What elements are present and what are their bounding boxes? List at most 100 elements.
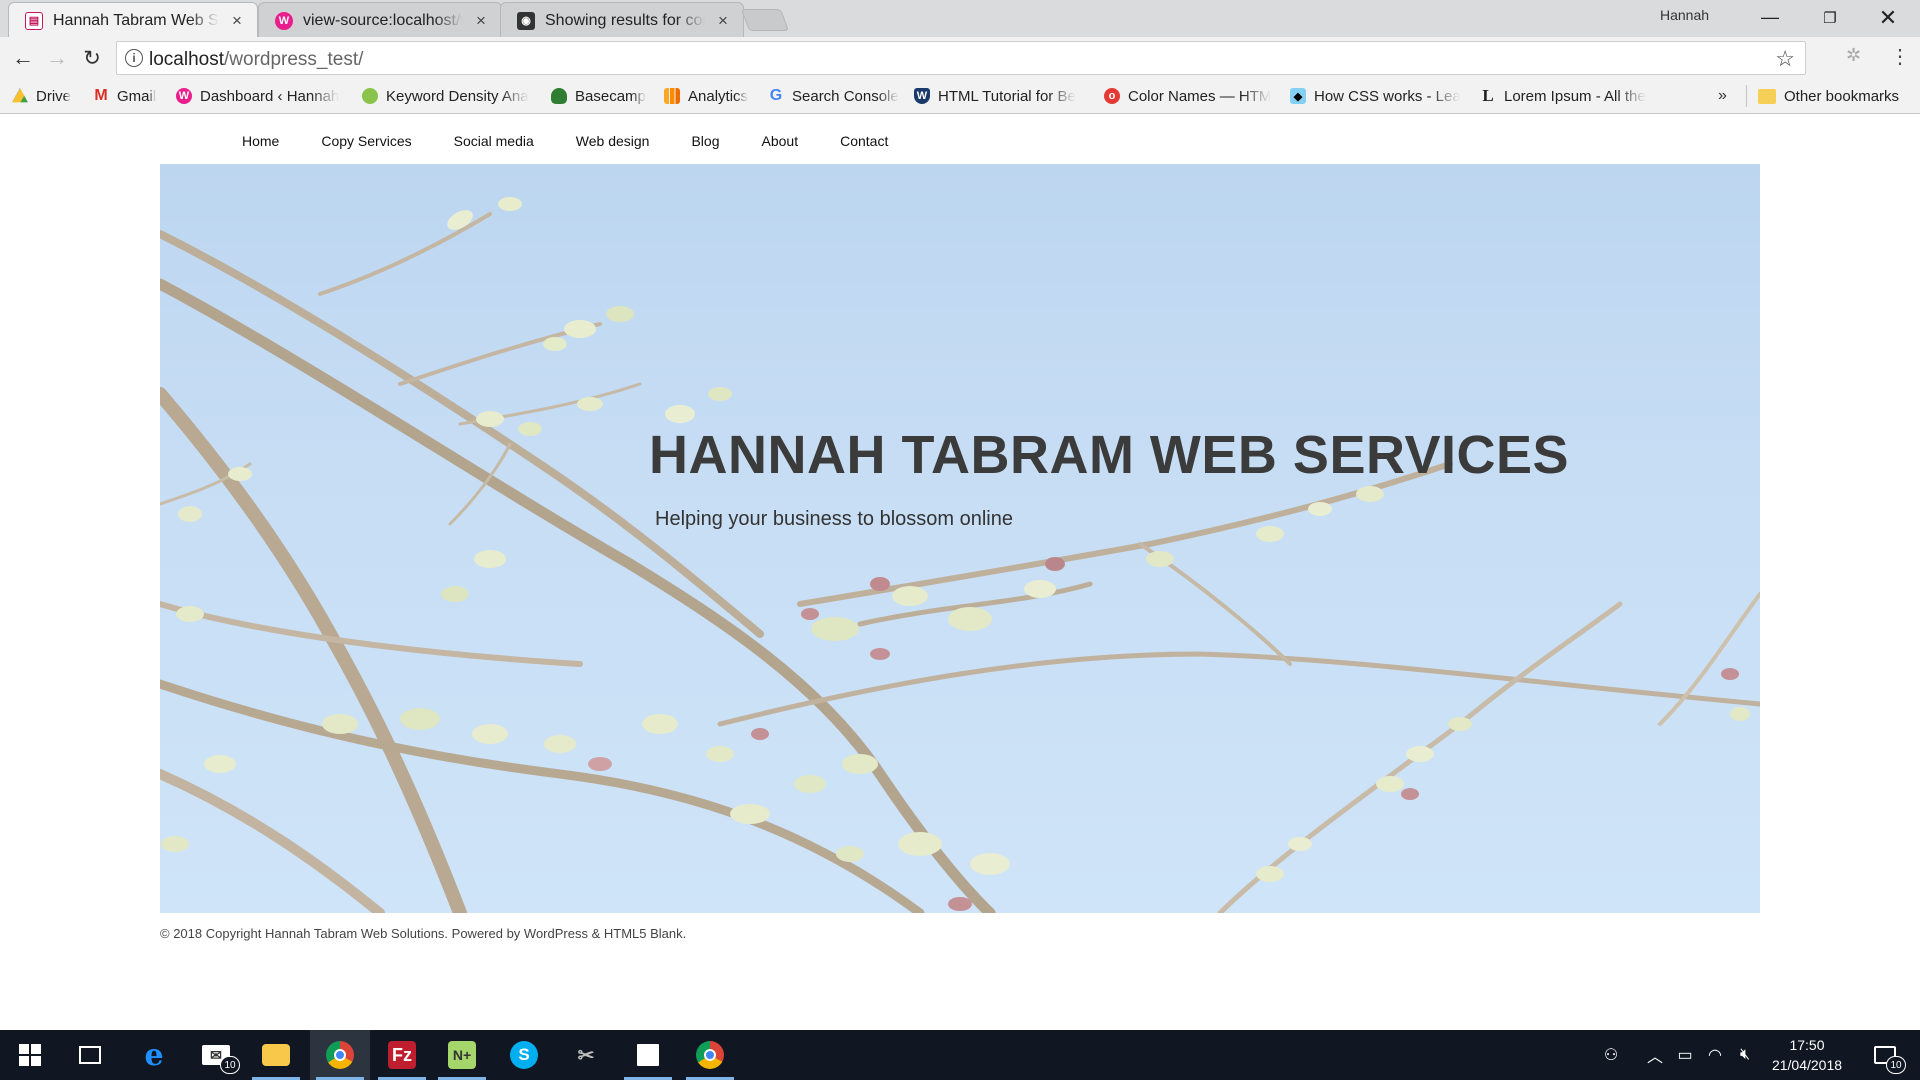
bookmark-search-console[interactable]: G Search Console bbox=[768, 85, 900, 107]
menu-dots-icon[interactable]: ⋮ bbox=[1890, 44, 1910, 69]
action-center-icon[interactable]: 10 bbox=[1860, 1030, 1910, 1080]
hero-title: HANNAH TABRAM WEB SERVICES bbox=[649, 425, 1570, 485]
sticky-notes-icon[interactable] bbox=[618, 1030, 678, 1080]
wordpress-dashboard-icon: W bbox=[176, 88, 192, 104]
wifi-icon[interactable]: ◠ bbox=[1700, 1030, 1730, 1080]
clock-date: 21/04/2018 bbox=[1771, 1057, 1843, 1073]
extension-icon[interactable]: ✲ bbox=[1846, 45, 1866, 65]
analytics-icon bbox=[664, 88, 680, 104]
address-url[interactable]: localhost/wordpress_test/ bbox=[149, 49, 363, 71]
url-path: /wordpress_test/ bbox=[224, 49, 364, 70]
bookmark-drive[interactable]: Drive bbox=[12, 85, 82, 107]
folder-icon bbox=[1758, 88, 1776, 104]
nav-social-media[interactable]: Social media bbox=[440, 133, 552, 149]
bookmark-label: Dashboard ‹ Hannah bbox=[200, 87, 340, 105]
url-host: localhost bbox=[149, 49, 224, 70]
bookmark-star-icon[interactable]: ☆ bbox=[1775, 46, 1795, 72]
mail-badge: 10 bbox=[220, 1056, 240, 1074]
profile-name[interactable]: Hannah bbox=[1660, 7, 1709, 23]
bookmark-lorem-ipsum[interactable]: L Lorem Ipsum - All the bbox=[1480, 85, 1652, 107]
mail-icon[interactable]: ✉ 10 bbox=[186, 1030, 246, 1080]
info-icon[interactable]: i bbox=[125, 49, 143, 67]
nav-contact[interactable]: Contact bbox=[826, 133, 906, 149]
bookmark-label: Gmail bbox=[117, 87, 157, 105]
lorem-icon: L bbox=[1482, 86, 1494, 105]
wordpress-page-icon: ▤ bbox=[25, 11, 43, 30]
close-window-icon[interactable]: ✕ bbox=[1858, 0, 1918, 35]
battery-icon[interactable]: ▭ bbox=[1670, 1030, 1700, 1080]
back-arrow-icon[interactable]: ← bbox=[8, 43, 38, 73]
site-footer: © 2018 Copyright Hannah Tabram Web Solut… bbox=[160, 926, 687, 941]
bookmark-label: Keyword Density Ana bbox=[386, 87, 529, 105]
volume-muted-icon[interactable]: 🔇︎ bbox=[1730, 1030, 1760, 1080]
close-tab-icon[interactable]: × bbox=[473, 12, 489, 29]
bookmark-label: Basecamp bbox=[575, 87, 646, 105]
close-tab-icon[interactable]: × bbox=[229, 12, 245, 29]
address-bar[interactable]: i localhost/wordpress_test/ ☆ bbox=[116, 41, 1806, 75]
clock-time: 17:50 bbox=[1789, 1037, 1825, 1053]
reload-icon[interactable]: ↻ bbox=[77, 43, 107, 73]
tab-view-source[interactable]: W view-source:localhost/wo × bbox=[258, 2, 502, 37]
chrome-icon[interactable] bbox=[310, 1030, 370, 1080]
blossom-branches-image bbox=[160, 197, 1760, 913]
tab-title: Hannah Tabram Web Sol bbox=[53, 11, 219, 29]
shield-icon: W bbox=[914, 88, 930, 104]
snipping-icon[interactable]: ✂ bbox=[556, 1030, 616, 1080]
restore-icon[interactable]: ❐ bbox=[1800, 0, 1860, 35]
file-explorer-icon[interactable] bbox=[246, 1030, 306, 1080]
bookmark-color-names[interactable]: o Color Names — HTM bbox=[1104, 85, 1274, 107]
tab-search-results[interactable]: ◉ Showing results for conte × bbox=[500, 2, 744, 37]
people-icon[interactable]: ⚇ bbox=[1596, 1030, 1626, 1080]
bookmarks-bar: Drive M Gmail W Dashboard ‹ Hannah Keywo… bbox=[0, 79, 1920, 114]
filezilla-icon[interactable]: Fz bbox=[372, 1030, 432, 1080]
bookmark-keyword-density[interactable]: Keyword Density Ana bbox=[362, 85, 536, 107]
nav-copy-services[interactable]: Copy Services bbox=[307, 133, 429, 149]
bookmark-how-css-works[interactable]: ◆ How CSS works - Lea bbox=[1290, 85, 1460, 107]
tab-hannah-tabram[interactable]: ▤ Hannah Tabram Web Sol × bbox=[8, 2, 258, 37]
bookmark-label: Analytics bbox=[688, 87, 749, 105]
bookmark-label: HTML Tutorial for Be bbox=[938, 87, 1076, 105]
more-bookmarks-chevron-icon[interactable]: » bbox=[1718, 87, 1727, 105]
nav-about[interactable]: About bbox=[748, 133, 817, 149]
gmail-icon: M bbox=[94, 87, 108, 104]
bookmark-gmail[interactable]: M Gmail bbox=[93, 85, 165, 107]
bookmark-label: Drive bbox=[36, 87, 72, 105]
bookmark-html-tutorial[interactable]: W HTML Tutorial for Be bbox=[914, 85, 1086, 107]
site-navigation: Home Copy Services Social media Web desi… bbox=[228, 133, 916, 149]
skype-icon[interactable]: S bbox=[494, 1030, 554, 1080]
notepad-plus-icon[interactable]: N+ bbox=[432, 1030, 492, 1080]
source-icon: W bbox=[275, 11, 293, 30]
nav-blog[interactable]: Blog bbox=[677, 133, 737, 149]
web-page: Home Copy Services Social media Web desi… bbox=[0, 115, 1920, 1030]
forward-arrow-icon[interactable]: → bbox=[42, 43, 72, 73]
google-icon: G bbox=[769, 87, 783, 104]
new-tab-button[interactable] bbox=[740, 9, 790, 31]
start-icon[interactable] bbox=[0, 1030, 60, 1080]
mdn-icon: ◆ bbox=[1290, 88, 1306, 104]
nav-home[interactable]: Home bbox=[228, 133, 297, 149]
windows-taskbar: e ✉ 10 Fz N+ S ✂ ⚇ ︿ ▭ ◠ 🔇︎ 17:50 21/04/… bbox=[0, 1030, 1920, 1080]
bookmark-label: Lorem Ipsum - All the bbox=[1504, 87, 1646, 105]
edge-icon[interactable]: e bbox=[124, 1030, 184, 1080]
bookmarks-divider bbox=[1746, 85, 1747, 107]
browser-toolbar: ← → ↻ i localhost/wordpress_test/ ☆ bbox=[0, 37, 1920, 79]
chrome-second-window-icon[interactable] bbox=[680, 1030, 740, 1080]
close-tab-icon[interactable]: × bbox=[715, 12, 731, 29]
hero-subtitle: Helping your business to blossom online bbox=[655, 508, 1013, 530]
minimize-icon[interactable]: — bbox=[1740, 0, 1800, 35]
keyword-icon bbox=[362, 88, 378, 104]
show-hidden-icons-chevron-icon[interactable]: ︿ bbox=[1640, 1030, 1670, 1080]
other-bookmarks-folder[interactable]: Other bookmarks bbox=[1758, 85, 1918, 107]
bookmark-dashboard[interactable]: W Dashboard ‹ Hannah bbox=[176, 85, 346, 107]
tab-title: Showing results for conte bbox=[545, 11, 705, 29]
bookmark-label: Color Names — HTM bbox=[1128, 87, 1272, 105]
bookmark-label: Search Console bbox=[792, 87, 899, 105]
nav-web-design[interactable]: Web design bbox=[562, 133, 668, 149]
drive-icon bbox=[12, 88, 28, 103]
bookmark-basecamp[interactable]: Basecamp bbox=[551, 85, 651, 107]
clock[interactable]: 17:50 21/04/2018 bbox=[1762, 1035, 1852, 1075]
other-bookmarks-label: Other bookmarks bbox=[1784, 87, 1900, 105]
task-view-icon[interactable] bbox=[60, 1030, 120, 1080]
bookmark-analytics[interactable]: Analytics bbox=[664, 85, 756, 107]
hero-banner: HANNAH TABRAM WEB SERVICES Helping your … bbox=[160, 164, 1760, 913]
